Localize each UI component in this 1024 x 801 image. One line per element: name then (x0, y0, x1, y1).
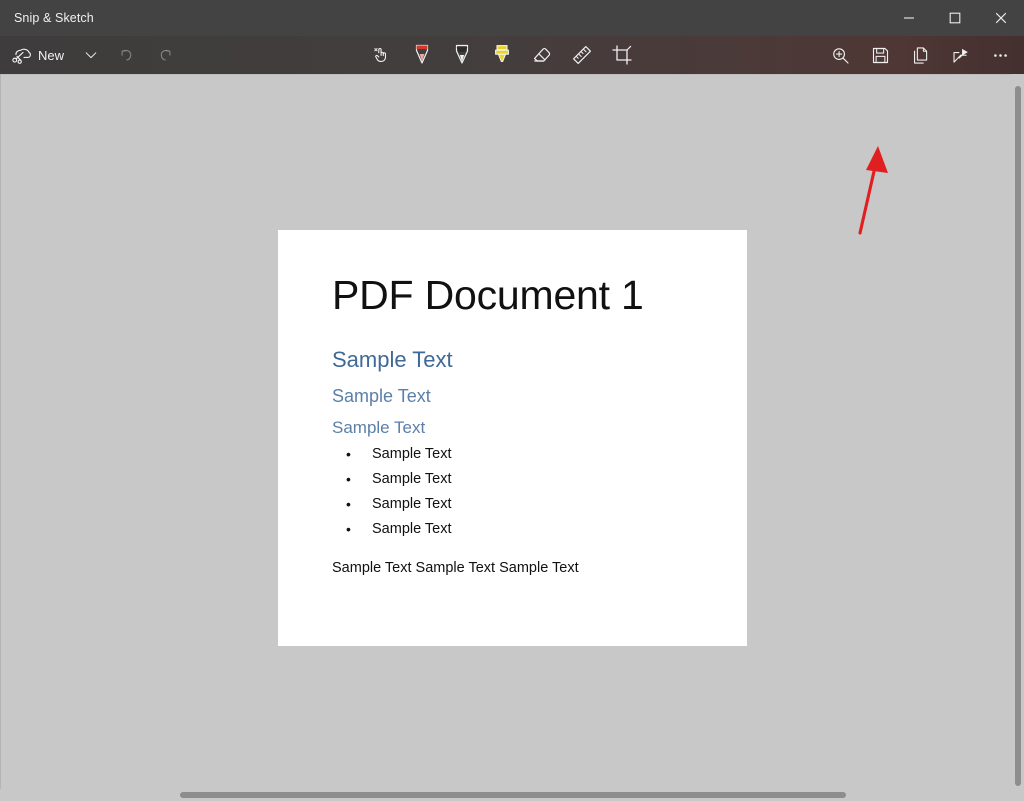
crop-button[interactable] (602, 36, 642, 74)
snip-and-sketch-window: Snip & Sketch New PDF Document 1 Sample … (0, 0, 1024, 801)
document-heading-3: Sample Text (332, 418, 426, 437)
list-item: Sample Text (346, 492, 451, 517)
horizontal-scrollbar[interactable] (0, 789, 1012, 801)
share-icon (952, 48, 968, 63)
close-icon (995, 12, 1007, 24)
ballpoint-pen-button[interactable] (402, 36, 442, 74)
ellipsis-icon (993, 53, 1007, 57)
minimize-button[interactable] (886, 0, 932, 36)
new-snip-dropdown-button[interactable] (76, 36, 106, 74)
undo-button[interactable] (106, 36, 146, 74)
document-page: PDF Document 1 Sample Text Sample Text S… (278, 230, 747, 646)
horizontal-scrollbar-thumb[interactable] (180, 792, 846, 798)
document-heading-2: Sample Text (332, 386, 431, 406)
maximize-button[interactable] (932, 0, 978, 36)
toolbar: New (0, 36, 1024, 74)
maximize-icon (949, 12, 961, 24)
redo-icon (160, 49, 171, 61)
document-heading-1: Sample Text (332, 347, 453, 372)
vertical-scrollbar-thumb[interactable] (1015, 86, 1021, 786)
red-arrow-annotation (858, 146, 888, 235)
ruler-button[interactable] (562, 36, 602, 74)
undo-icon (121, 49, 132, 61)
document-bullet-list: Sample Text Sample Text Sample Text Samp… (336, 442, 451, 542)
eraser-button[interactable] (522, 36, 562, 74)
toolbar-left-group: New (0, 36, 186, 74)
close-button[interactable] (978, 0, 1024, 36)
pencil-button[interactable] (442, 36, 482, 74)
eraser-icon (533, 47, 551, 62)
title-bar: Snip & Sketch (0, 0, 1024, 36)
copy-icon (913, 46, 927, 64)
redo-button[interactable] (146, 36, 186, 74)
ruler-icon (573, 46, 591, 64)
touch-writing-button[interactable] (362, 36, 402, 74)
crop-icon (612, 45, 632, 65)
save-button[interactable] (860, 36, 900, 74)
list-item: Sample Text (346, 442, 451, 467)
document-title: PDF Document 1 (332, 272, 644, 318)
zoom-button[interactable] (820, 36, 860, 74)
zoom-in-icon (832, 47, 849, 64)
app-title: Snip & Sketch (14, 11, 94, 25)
document-paragraph: Sample Text Sample Text Sample Text (332, 560, 579, 576)
new-snip-button[interactable]: New (0, 36, 76, 74)
highlighter-button[interactable] (482, 36, 522, 74)
pencil-icon (455, 44, 469, 64)
highlighter-icon (495, 45, 509, 63)
touch-writing-icon (374, 48, 387, 62)
share-button[interactable] (940, 36, 980, 74)
chevron-down-icon (85, 52, 97, 59)
snip-new-icon (12, 48, 31, 64)
list-item: Sample Text (346, 517, 451, 542)
see-more-button[interactable] (980, 36, 1020, 74)
vertical-scrollbar[interactable] (1012, 74, 1024, 801)
save-icon (872, 47, 888, 63)
toolbar-tools-group (362, 36, 642, 74)
list-item: Sample Text (346, 467, 451, 492)
window-controls (886, 0, 1024, 36)
ballpoint-pen-icon (415, 44, 429, 64)
copy-button[interactable] (900, 36, 940, 74)
minimize-icon (904, 17, 914, 19)
new-button-label: New (38, 47, 65, 63)
snip-canvas[interactable]: PDF Document 1 Sample Text Sample Text S… (0, 74, 1024, 801)
toolbar-actions-group (820, 36, 1020, 74)
